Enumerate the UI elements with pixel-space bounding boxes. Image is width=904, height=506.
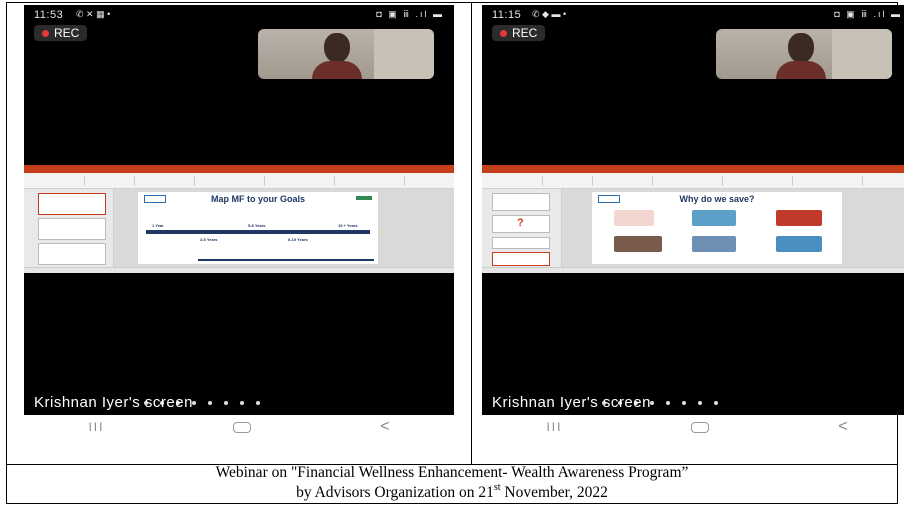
caption-line-1: Webinar on "Financial Wellness Enhanceme… — [215, 464, 689, 481]
webcam-thumbnail[interactable] — [716, 29, 892, 79]
slide-thumbnail[interactable] — [492, 193, 550, 211]
powerpoint-ribbon — [482, 173, 904, 189]
current-slide: Why do we save? — [592, 192, 842, 264]
slide-thumbnail[interactable] — [38, 243, 106, 265]
recents-icon[interactable]: III — [546, 420, 562, 434]
powerpoint-statusbar — [482, 267, 904, 273]
status-bar: 11:53 ✆ ✕ ▦ • ◘ ▣ ⅲ .ıl ▬ — [34, 9, 444, 23]
slide-thumbnail[interactable] — [492, 252, 550, 266]
left-phone-screen: 11:53 ✆ ✕ ▦ • ◘ ▣ ⅲ .ıl ▬ REC Map MF to … — [24, 5, 454, 415]
savings-image — [776, 210, 822, 226]
webcam-background — [374, 29, 434, 79]
savings-image — [614, 210, 654, 226]
presenter-video — [312, 31, 362, 79]
webcam-background — [832, 29, 892, 79]
status-time: 11:15 — [492, 9, 522, 21]
webinar-caption: Webinar on "Financial Wellness Enhanceme… — [6, 463, 898, 503]
screen-share-caption: Krishnan Iyer's screen — [34, 394, 193, 411]
powerpoint-statusbar — [24, 267, 454, 273]
slide-thumbnail[interactable] — [492, 237, 550, 249]
rec-dot-icon — [500, 29, 507, 37]
rec-indicator: REC — [34, 25, 88, 41]
rec-label: REC — [512, 26, 538, 40]
timeline-label: 5-8 Years — [248, 223, 266, 228]
slide-footer-bar — [198, 259, 374, 261]
column-divider — [471, 3, 472, 464]
powerpoint-titlebar — [24, 165, 454, 173]
android-navbar: III < — [24, 415, 454, 439]
home-icon[interactable] — [691, 421, 710, 433]
slide-thumbnails-pane — [24, 189, 114, 267]
slide-stage: Map MF to your Goals 1 Year 3-5 Years 5-… — [114, 189, 454, 267]
android-navbar: III < — [482, 415, 904, 439]
timeline-label: 15 + Years — [338, 223, 358, 228]
slide-accent — [356, 196, 372, 200]
savings-image — [614, 236, 662, 252]
webcam-thumbnail[interactable] — [258, 29, 434, 79]
current-slide: Map MF to your Goals 1 Year 3-5 Years 5-… — [138, 192, 378, 264]
question-mark-icon: ? — [517, 217, 524, 229]
status-icons-right: ◘ ▣ ⅲ .ıl ▬ — [834, 9, 902, 19]
screen-share-caption: Krishnan Iyer's screen — [492, 394, 651, 411]
timeline-label: 8-15 Years — [288, 237, 308, 242]
rec-label: REC — [54, 26, 80, 40]
slide-thumbnails-pane: ? — [482, 189, 562, 267]
slide-thumbnail[interactable] — [38, 218, 106, 240]
savings-image — [692, 210, 736, 226]
right-phone-screen: 11:15 ✆ ◆ ▬ • ◘ ▣ ⅲ .ıl ▬ REC ? Why do w… — [482, 5, 904, 415]
caption-line-2: by Advisors Organization on 21st Novembe… — [296, 481, 608, 501]
goal-timeline — [146, 230, 370, 234]
slide-title: Map MF to your Goals — [210, 194, 305, 204]
status-icons-right: ◘ ▣ ⅲ .ıl ▬ — [376, 9, 444, 19]
status-bar: 11:15 ✆ ◆ ▬ • ◘ ▣ ⅲ .ıl ▬ — [492, 9, 902, 23]
home-icon[interactable] — [233, 421, 252, 433]
savings-image — [776, 236, 822, 252]
rec-indicator: REC — [492, 25, 546, 41]
timeline-label: 1 Year — [152, 223, 164, 228]
slide-thumbnail[interactable]: ? — [492, 215, 550, 233]
recents-icon[interactable]: III — [88, 420, 104, 434]
slide-thumbnail[interactable] — [38, 193, 106, 215]
powerpoint-titlebar — [482, 165, 904, 173]
shared-powerpoint-window: Map MF to your Goals 1 Year 3-5 Years 5-… — [24, 165, 454, 273]
back-icon[interactable]: < — [380, 418, 389, 436]
slide-stage: Why do we save? — [562, 189, 904, 267]
powerpoint-ribbon — [24, 173, 454, 189]
rec-dot-icon — [42, 29, 49, 37]
status-time: 11:53 — [34, 9, 64, 21]
timeline-label: 3-5 Years — [200, 237, 218, 242]
presenter-video — [776, 31, 826, 79]
status-icons-left: ✆ ◆ ▬ • — [532, 9, 567, 19]
savings-image — [692, 236, 736, 252]
status-icons-left: ✆ ✕ ▦ • — [76, 9, 111, 19]
slide-title: Why do we save? — [679, 194, 755, 204]
shared-powerpoint-window: ? Why do we save? — [482, 165, 904, 273]
back-icon[interactable]: < — [838, 418, 847, 436]
